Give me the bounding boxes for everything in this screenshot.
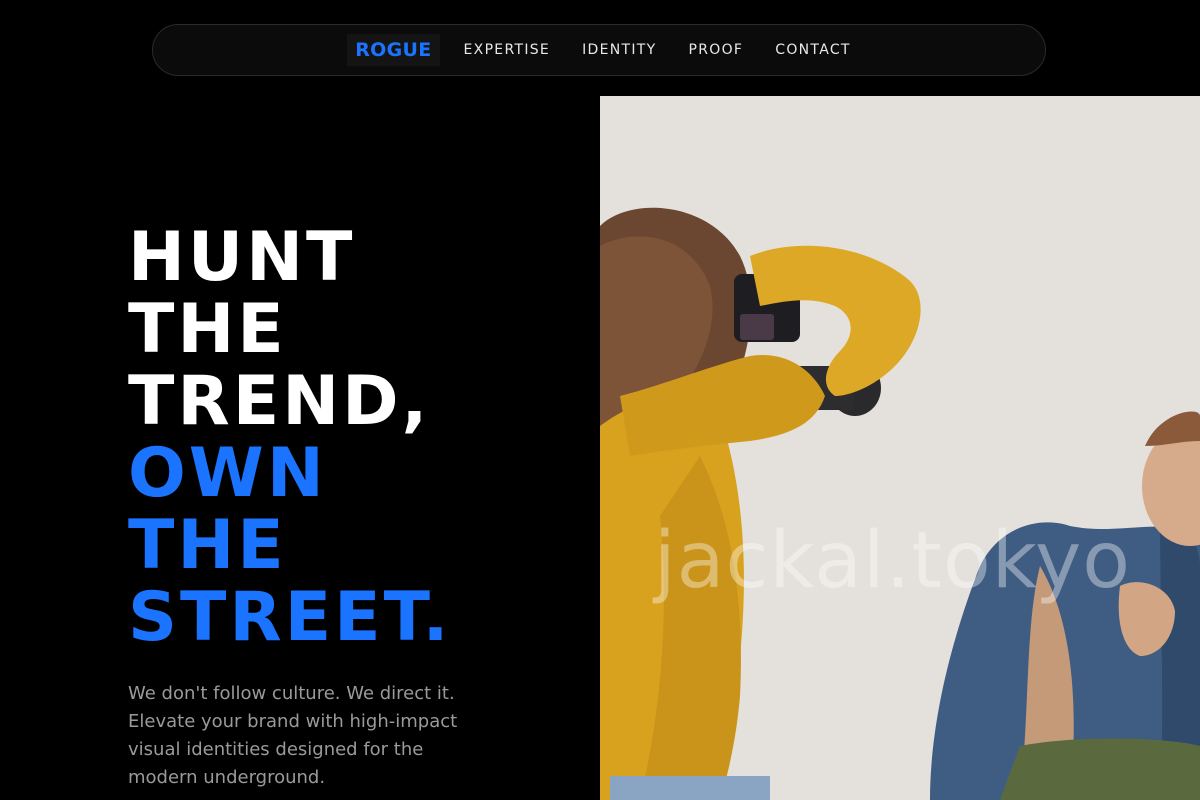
- top-nav: ROGUE EXPERTISE IDENTITY PROOF CONTACT: [152, 24, 1046, 76]
- headline-line: TREND,: [128, 362, 431, 441]
- photo-illustration: [600, 96, 1200, 800]
- nav-link-proof[interactable]: PROOF: [689, 42, 744, 58]
- nav-items: ROGUE EXPERTISE IDENTITY PROOF CONTACT: [347, 34, 851, 66]
- hero-photo: jackal.tokyo: [600, 96, 1200, 800]
- nav-link-expertise[interactable]: EXPERTISE: [464, 42, 551, 58]
- headline-line: HUNT: [128, 218, 356, 297]
- nav-link-identity[interactable]: IDENTITY: [582, 42, 656, 58]
- headline-line: THE: [128, 290, 287, 369]
- headline-accent-line: THE: [128, 506, 287, 585]
- hero-subtext: We don't follow culture. We direct it. E…: [128, 683, 458, 788]
- hero-text: HUNT THE TREND, OWN THE STREET. We don't…: [128, 222, 568, 800]
- brand-logo[interactable]: ROGUE: [347, 34, 440, 66]
- page: ROGUE EXPERTISE IDENTITY PROOF CONTACT H…: [0, 0, 1200, 800]
- nav-link-contact[interactable]: CONTACT: [775, 42, 851, 58]
- headline-accent-line: OWN: [128, 434, 327, 513]
- headline-accent-line: STREET.: [128, 578, 452, 657]
- hero-headline: HUNT THE TREND, OWN THE STREET.: [128, 222, 568, 654]
- image-watermark: jackal.tokyo: [654, 516, 1131, 606]
